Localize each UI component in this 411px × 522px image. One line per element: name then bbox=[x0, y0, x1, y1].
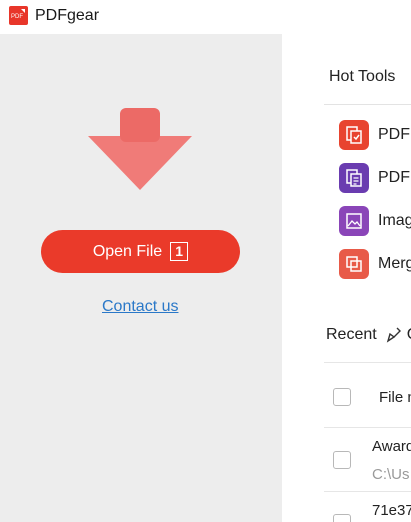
divider bbox=[324, 104, 411, 105]
row-checkbox[interactable] bbox=[333, 451, 351, 469]
pdfgear-logo-icon: PDF bbox=[9, 6, 28, 25]
tool-label: PDF bbox=[378, 126, 410, 143]
tool-pdf-to-text[interactable]: PDF bbox=[339, 163, 410, 193]
download-arrow-icon bbox=[88, 108, 192, 220]
svg-text:PDF: PDF bbox=[11, 14, 23, 20]
app-title: PDFgear bbox=[35, 7, 100, 24]
clear-recent-icon[interactable] bbox=[385, 326, 403, 344]
shortcut-badge: 1 bbox=[170, 242, 189, 261]
tool-image-to-pdf[interactable]: Imag bbox=[339, 206, 411, 236]
recent-header: Recent C bbox=[326, 326, 411, 344]
select-all-checkbox[interactable] bbox=[333, 388, 351, 406]
tool-pdf-to-word[interactable]: PDF bbox=[339, 120, 410, 150]
tools-panel: Hot Tools PDF PDF Imag Merg Recent C Fil… bbox=[282, 34, 411, 522]
table-divider bbox=[324, 491, 411, 492]
open-file-label: Open File bbox=[92, 242, 163, 260]
tool-label: PDF bbox=[378, 169, 410, 186]
tool-label: Merg bbox=[378, 255, 411, 272]
recent-more-label: C bbox=[407, 326, 411, 344]
table-divider bbox=[324, 427, 411, 428]
row-checkbox[interactable] bbox=[333, 514, 351, 522]
title-bar: PDF PDFgear bbox=[0, 0, 411, 34]
pdf-to-word-icon bbox=[339, 120, 369, 150]
tool-label: Imag bbox=[378, 212, 411, 229]
file-name[interactable]: Award bbox=[372, 438, 411, 455]
recent-heading: Recent bbox=[326, 326, 377, 343]
hot-tools-heading: Hot Tools bbox=[329, 68, 396, 85]
file-name[interactable]: 71e37 bbox=[372, 502, 411, 519]
pdf-to-text-icon bbox=[339, 163, 369, 193]
image-to-pdf-icon bbox=[339, 206, 369, 236]
tool-merge-pdf[interactable]: Merg bbox=[339, 249, 411, 279]
open-file-button[interactable]: Open File 1 bbox=[41, 230, 240, 273]
table-divider bbox=[324, 362, 411, 363]
contact-us-link[interactable]: Contact us bbox=[102, 298, 178, 316]
file-path: C:\Us bbox=[372, 466, 410, 483]
column-header-file-name[interactable]: File n bbox=[379, 389, 411, 406]
merge-pdf-icon bbox=[339, 249, 369, 279]
